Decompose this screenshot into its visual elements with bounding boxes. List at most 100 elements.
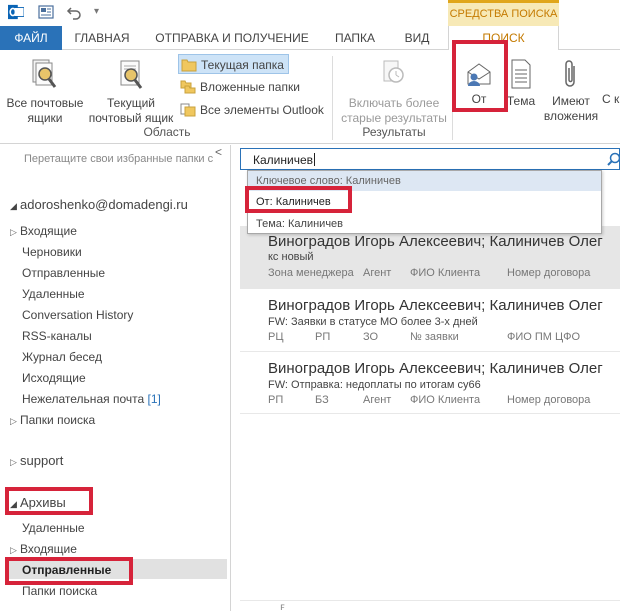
group-separator: [332, 56, 333, 140]
outlook-items-icon: [180, 103, 196, 117]
folder-icon: [181, 59, 197, 72]
tab-send-receive[interactable]: ОТПРАВКА И ПОЛУЧЕНИЕ: [148, 26, 316, 50]
current-mailbox-label-2: почтовый ящик: [88, 111, 174, 125]
folder-rss[interactable]: RSS-каналы: [22, 329, 92, 343]
folder-search-folders[interactable]: ▷ Папки поиска: [10, 413, 95, 427]
archive-folder-search-folders[interactable]: Папки поиска: [22, 584, 97, 598]
account-node[interactable]: ◢ adoroshenko@domadengi.ru: [10, 197, 188, 212]
message-item[interactable]: Виноградов Игорь Алексеевич; Калиничев О…: [240, 226, 620, 289]
preview-col: Номер договора: [507, 267, 591, 279]
suggestion-subject[interactable]: Тема: Калиничев: [256, 218, 343, 230]
folder-drafts[interactable]: Черновики: [22, 245, 82, 259]
group-label-scope: Область: [143, 125, 191, 139]
support-node[interactable]: ▷ support: [10, 453, 63, 468]
footer-fragment: ꜰ: [280, 602, 285, 613]
folder-label: Нежелательная почта: [22, 392, 145, 406]
folder-inbox[interactable]: ▷ Входящие: [10, 224, 77, 238]
folder-label: Входящие: [20, 542, 77, 556]
older-results-icon: [383, 60, 404, 83]
undo-icon[interactable]: [66, 4, 82, 20]
all-outlook-items-button[interactable]: Все элементы Outlook: [178, 100, 328, 120]
search-input[interactable]: Калиничев: [240, 148, 620, 170]
collapsed-triangle-icon: ▷: [10, 545, 17, 555]
message-separator: [240, 351, 620, 352]
current-folder-button[interactable]: Текущая папка: [178, 54, 289, 74]
message-item[interactable]: Виноградов Игорь Алексеевич; Калиничев О…: [240, 352, 620, 414]
collapsed-triangle-icon: ▷: [10, 227, 17, 237]
search-query-text: Калиничев: [253, 153, 313, 167]
preview-col: № заявки: [410, 331, 459, 343]
highlight-archives: [5, 487, 93, 515]
preview-col: ФИО ПМ ЦФО: [507, 331, 581, 343]
account-label: adoroshenko@domadengi.ru: [20, 197, 188, 212]
collapsed-triangle-icon: ▷: [10, 416, 17, 426]
message-subject: кс новый: [268, 251, 314, 263]
with-category-button[interactable]: С к: [602, 92, 620, 107]
search-tools-context-label: СРЕДСТВА ПОИСКА: [448, 0, 559, 26]
highlight-from-suggestion: [245, 186, 352, 213]
folder-sent[interactable]: Отправленные: [22, 266, 105, 280]
unread-count-badge: [1]: [147, 392, 161, 406]
include-older-label-1: Включать более: [348, 96, 440, 110]
preview-col: РП: [315, 331, 331, 343]
has-attachments-label-2: вложения: [543, 109, 599, 123]
tab-file[interactable]: ФАЙЛ: [0, 26, 62, 50]
tab-home[interactable]: ГЛАВНАЯ: [64, 26, 140, 50]
outlook-app-icon[interactable]: [8, 4, 24, 20]
message-from: Виноградов Игорь Алексеевич; Калиничев О…: [268, 360, 603, 377]
tab-folder[interactable]: ПАПКА: [326, 26, 384, 50]
all-outlook-items-label: Все элементы Outlook: [200, 103, 324, 117]
preview-col: БЗ: [315, 394, 329, 406]
include-older-label-2: старые результаты: [341, 111, 447, 125]
preview-col: Номер договора: [507, 394, 591, 406]
message-from: Виноградов Игорь Алексеевич; Калиничев О…: [268, 233, 603, 250]
preview-col: ЗО: [363, 331, 379, 343]
subfolders-button[interactable]: Вложенные папки: [178, 77, 304, 97]
archive-folder-deleted[interactable]: Удаленные: [22, 521, 85, 535]
folder-deleted[interactable]: Удаленные: [22, 287, 85, 301]
current-mailbox-label-1: Текущий: [107, 96, 155, 110]
folder-label: Входящие: [20, 224, 77, 238]
collapse-pane-button[interactable]: <: [215, 145, 222, 159]
has-attachments-button[interactable]: Имеют вложения: [540, 58, 602, 124]
send-receive-icon[interactable]: [38, 4, 54, 20]
message-separator: [240, 413, 620, 414]
message-separator: [240, 600, 620, 601]
all-mailboxes-button[interactable]: Все почтовые ящики: [2, 58, 88, 126]
folder-junk[interactable]: Нежелательная почта [1]: [22, 392, 161, 406]
mailbox-search-icon: [120, 60, 143, 89]
folder-conversation-history[interactable]: Conversation History: [22, 308, 133, 322]
qat-dropdown-icon[interactable]: ▾: [94, 6, 99, 17]
include-older-results-button[interactable]: Включать более старые результаты: [338, 58, 450, 126]
preview-col: Агент: [363, 267, 392, 279]
message-item[interactable]: Виноградов Игорь Алексеевич; Калиничев О…: [240, 289, 620, 351]
expanded-triangle-icon: ◢: [10, 201, 17, 211]
preview-col: РЦ: [268, 331, 284, 343]
preview-col: ФИО Клиента: [410, 394, 481, 406]
folder-outbox[interactable]: Исходящие: [22, 371, 86, 385]
preview-col: Агент: [363, 394, 392, 406]
tab-view[interactable]: ВИД: [392, 26, 442, 50]
search-query: Калиничев: [253, 153, 315, 167]
support-label: support: [20, 453, 64, 468]
has-attachments-label-1: Имеют: [552, 94, 590, 108]
group-label-results: Результаты: [362, 125, 426, 139]
paperclip-icon: [565, 60, 575, 87]
mailboxes-search-icon: [32, 59, 57, 88]
search-icon[interactable]: [607, 152, 620, 166]
title-bar: ▾ СРЕДСТВА ПОИСКА: [0, 0, 620, 26]
current-mailbox-button[interactable]: Текущий почтовый ящик: [86, 58, 176, 126]
archive-folder-inbox[interactable]: ▷ Входящие: [10, 542, 77, 556]
message-subject: FW: Отправка: недоплаты по итогам су66: [268, 379, 481, 391]
folder-conversation-log[interactable]: Журнал бесед: [22, 350, 102, 364]
message-from: Виноградов Игорь Алексеевич; Калиничев О…: [268, 297, 603, 314]
all-mailboxes-label-1: Все почтовые: [6, 96, 84, 110]
collapsed-triangle-icon: ▷: [10, 457, 17, 467]
preview-col: ФИО Клиента: [410, 267, 481, 279]
ribbon-tab-bar: ФАЙЛ ГЛАВНАЯ ОТПРАВКА И ПОЛУЧЕНИЕ ПАПКА …: [0, 26, 620, 51]
subfolders-label: Вложенные папки: [200, 80, 300, 94]
ribbon: Все почтовые ящики Текущий почтовый ящик…: [0, 50, 620, 144]
message-subject: FW: Заявки в статусе МО более 3-х дней: [268, 316, 478, 328]
all-mailboxes-label-2: ящики: [27, 111, 63, 125]
subject-document-icon: [511, 59, 531, 89]
